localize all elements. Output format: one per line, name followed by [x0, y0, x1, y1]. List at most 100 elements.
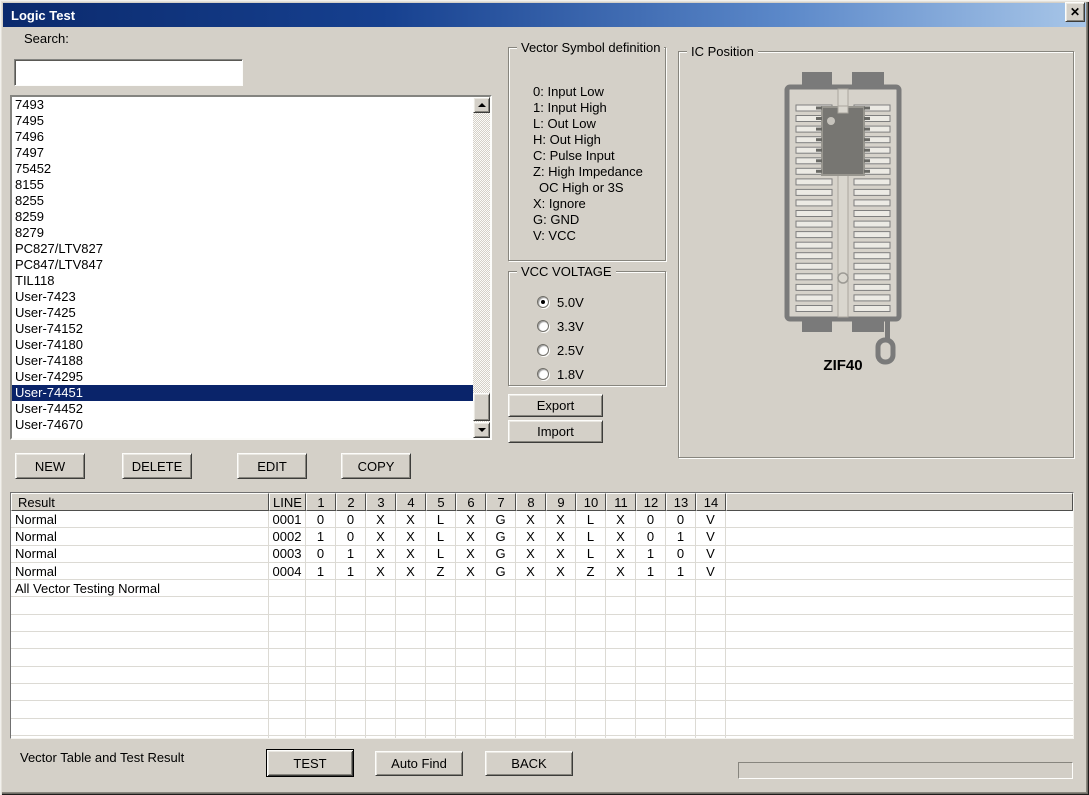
symbol-definition-line: Z: High Impedance [533, 164, 643, 180]
radio-option-1.8V[interactable]: 1.8V [537, 362, 584, 386]
table-cell [606, 615, 636, 632]
list-item-8155[interactable]: 8155 [12, 177, 473, 193]
table-cell [396, 701, 426, 718]
radio-icon[interactable] [537, 368, 549, 380]
radio-icon[interactable] [537, 296, 549, 308]
list-item-7495[interactable]: 7495 [12, 113, 473, 129]
radio-icon[interactable] [537, 344, 549, 356]
scrollbar-thumb[interactable] [473, 393, 490, 421]
edit-button[interactable]: EDIT [237, 453, 307, 479]
ic-list-items: 7493749574967497754528155825582598279PC8… [12, 97, 473, 438]
table-cell [336, 719, 366, 736]
table-empty-row[interactable] [11, 701, 1073, 718]
scroll-up-button[interactable] [473, 97, 490, 113]
radio-option-5.0V[interactable]: 5.0V [537, 290, 584, 314]
list-item-TIL118[interactable]: TIL118 [12, 273, 473, 289]
back-button[interactable]: BACK [485, 751, 573, 776]
table-summary-row[interactable]: All Vector Testing Normal [11, 580, 1073, 597]
ic-position-groupbox: IC Position ZIF40 [678, 51, 1074, 458]
table-empty-row[interactable] [11, 719, 1073, 736]
table-empty-row[interactable] [11, 597, 1073, 614]
list-item-7497[interactable]: 7497 [12, 145, 473, 161]
table-cell [269, 667, 306, 684]
header-cell-12[interactable]: 12 [636, 493, 666, 511]
scroll-down-button[interactable] [473, 422, 490, 438]
copy-button[interactable]: COPY [341, 453, 411, 479]
radio-option-2.5V[interactable]: 2.5V [537, 338, 584, 362]
table-cell [606, 649, 636, 666]
new-button[interactable]: NEW [15, 453, 85, 479]
table-cell: 1 [336, 546, 366, 563]
header-cell-9[interactable]: 9 [546, 493, 576, 511]
table-empty-row[interactable] [11, 615, 1073, 632]
header-cell-6[interactable]: 6 [456, 493, 486, 511]
header-cell-14[interactable]: 14 [696, 493, 726, 511]
list-item-75452[interactable]: 75452 [12, 161, 473, 177]
table-cell [11, 649, 269, 666]
export-button[interactable]: Export [508, 394, 603, 417]
table-cell [11, 632, 269, 649]
header-cell-7[interactable]: 7 [486, 493, 516, 511]
header-cell-LINE[interactable]: LINE [269, 493, 306, 511]
list-item-7496[interactable]: 7496 [12, 129, 473, 145]
auto-find-button[interactable]: Auto Find [375, 751, 463, 776]
list-item-User-74180[interactable]: User-74180 [12, 337, 473, 353]
header-cell-11[interactable]: 11 [606, 493, 636, 511]
table-cell [306, 649, 336, 666]
status-label: Vector Table and Test Result [20, 750, 184, 765]
table-cell: 1 [336, 563, 366, 580]
test-button[interactable]: TEST [266, 749, 354, 777]
list-item-8255[interactable]: 8255 [12, 193, 473, 209]
table-cell: G [486, 546, 516, 563]
table-cell [336, 736, 366, 739]
list-item-User-74451[interactable]: User-74451 [12, 385, 473, 401]
table-empty-row[interactable] [11, 649, 1073, 666]
table-empty-row[interactable] [11, 632, 1073, 649]
vector-symbol-group-title: Vector Symbol definition [517, 40, 664, 55]
header-cell-2[interactable]: 2 [336, 493, 366, 511]
table-empty-row[interactable] [11, 684, 1073, 701]
delete-button[interactable]: DELETE [122, 453, 192, 479]
radio-option-3.3V[interactable]: 3.3V [537, 314, 584, 338]
list-item-7493[interactable]: 7493 [12, 97, 473, 113]
list-item-PC827/LTV827[interactable]: PC827/LTV827 [12, 241, 473, 257]
header-cell-Result[interactable]: Result [11, 493, 269, 511]
list-item-User-7423[interactable]: User-7423 [12, 289, 473, 305]
list-item-User-74152[interactable]: User-74152 [12, 321, 473, 337]
import-button[interactable]: Import [508, 420, 603, 443]
table-row-line-0002[interactable]: Normal000210XXLXGXXLX01V [11, 528, 1073, 545]
table-cell [636, 615, 666, 632]
table-row-line-0001[interactable]: Normal000100XXLXGXXLX00V [11, 511, 1073, 528]
close-button[interactable]: ✕ [1065, 2, 1085, 22]
table-cell: 0 [336, 528, 366, 545]
list-item-User-7425[interactable]: User-7425 [12, 305, 473, 321]
header-cell-13[interactable]: 13 [666, 493, 696, 511]
list-item-8259[interactable]: 8259 [12, 209, 473, 225]
list-item-User-74188[interactable]: User-74188 [12, 353, 473, 369]
table-empty-row[interactable] [11, 667, 1073, 684]
list-item-User-74452[interactable]: User-74452 [12, 401, 473, 417]
radio-icon[interactable] [537, 320, 549, 332]
table-empty-row[interactable] [11, 736, 1073, 739]
search-input[interactable] [14, 59, 243, 86]
table-row-line-0004[interactable]: Normal000411XXZXGXXZX11V [11, 563, 1073, 580]
table-cell [666, 615, 696, 632]
list-scrollbar [473, 97, 490, 438]
list-item-PC847/LTV847[interactable]: PC847/LTV847 [12, 257, 473, 273]
header-cell-3[interactable]: 3 [366, 493, 396, 511]
table-cell: X [516, 511, 546, 528]
list-item-User-74295[interactable]: User-74295 [12, 369, 473, 385]
list-item-8279[interactable]: 8279 [12, 225, 473, 241]
header-cell-5[interactable]: 5 [426, 493, 456, 511]
header-cell-1[interactable]: 1 [306, 493, 336, 511]
table-cell: Z [426, 563, 456, 580]
table-cell [666, 701, 696, 718]
table-cell [396, 684, 426, 701]
header-cell-10[interactable]: 10 [576, 493, 606, 511]
header-cell-8[interactable]: 8 [516, 493, 546, 511]
header-cell-4[interactable]: 4 [396, 493, 426, 511]
table-row-line-0003[interactable]: Normal000301XXLXGXXLX10V [11, 546, 1073, 563]
table-cell [666, 580, 696, 597]
table-cell [486, 719, 516, 736]
list-item-User-74670[interactable]: User-74670 [12, 417, 473, 433]
